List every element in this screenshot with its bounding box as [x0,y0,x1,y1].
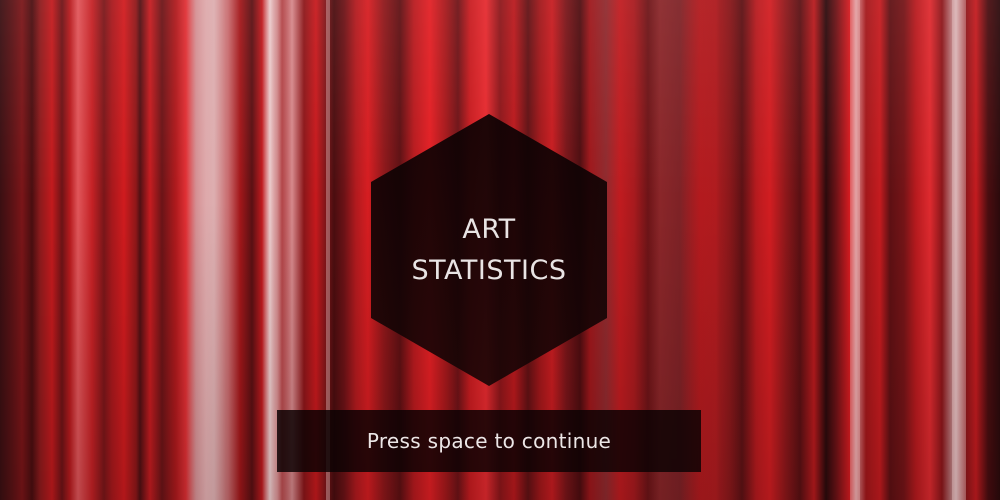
continue-prompt-bar[interactable]: Press space to continue [277,410,701,472]
game-title-screen[interactable]: ART STATISTICS Press space to continue [0,0,1000,500]
title-line-1: ART [462,214,516,245]
game-title: ART STATISTICS [371,114,607,386]
continue-prompt-text: Press space to continue [366,429,612,453]
background-streak [952,0,966,500]
background-streak [186,0,226,500]
background-streak [850,0,860,500]
title-line-2: STATISTICS [411,255,567,286]
